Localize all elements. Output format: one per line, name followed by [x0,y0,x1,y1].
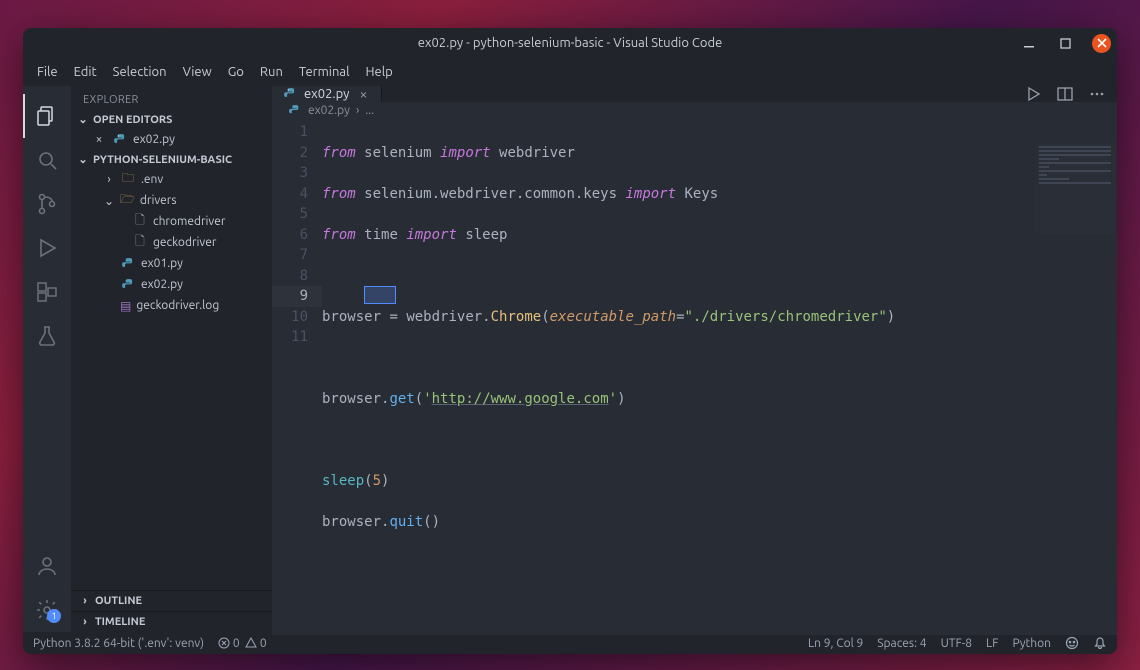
tree-item-label: chromedriver [153,215,225,228]
python-file-icon [120,277,136,293]
tree-item-label: geckodriver [153,236,216,249]
activity-settings-icon[interactable]: 1 [23,588,71,632]
chevron-right-icon: › [79,595,91,607]
tree-item-label: ex02.py [141,278,183,291]
maximize-button[interactable] [1056,34,1074,52]
tree-item-label: geckodriver.log [136,299,219,312]
gutter: 1234567891011 [272,118,322,635]
status-python[interactable]: Python 3.8.2 64-bit ('.env': venv) [33,637,204,650]
open-editor-name: ex02.py [133,133,175,146]
python-file-icon [112,132,128,148]
breadcrumb[interactable]: ex02.py › ... [272,102,1117,118]
activity-bar: 1 [23,86,71,632]
chevron-down-icon: ⌄ [77,113,89,126]
file-icon: 🗋 [132,214,148,230]
menu-file[interactable]: File [29,61,66,83]
open-editor-item[interactable]: × ex02.py [71,129,272,150]
python-file-icon [286,102,302,118]
open-editors-header[interactable]: ⌄ OPEN EDITORS [71,110,272,129]
more-icon[interactable] [1089,86,1105,102]
chevron-down-icon: ⌄ [77,153,89,166]
tab-actions [1013,86,1117,102]
status-feedback-icon[interactable] [1065,636,1079,650]
menu-edit[interactable]: Edit [66,61,105,83]
tree-item-label: drivers [140,194,177,207]
file-tree: › 🗀 .env ⌄ 🗁 drivers 🗋 chromedriver 🗋 geckodriver… [71,169,272,316]
tree-item[interactable]: ⌄ 🗁 drivers [71,190,272,211]
status-bell-icon[interactable] [1093,636,1107,650]
settings-badge: 1 [47,609,61,623]
tree-item[interactable]: 🗋 geckodriver [71,232,272,253]
body: 1 EXPLORER ⌄ OPEN EDITORS × ex02.py ⌄ PY… [23,86,1117,632]
code-content[interactable]: from selenium import webdriver from sele… [322,118,1117,635]
python-file-icon [282,86,298,102]
menu-go[interactable]: Go [220,61,252,83]
close-icon[interactable]: × [91,132,107,148]
timeline-header[interactable]: › TIMELINE [71,611,272,632]
status-problems[interactable]: 0 0 [218,637,267,650]
code-editor[interactable]: 1234567891011 from selenium import webdr… [272,118,1117,635]
status-lncol[interactable]: Ln 9, Col 9 [808,637,863,650]
menu-help[interactable]: Help [357,61,400,83]
tabbar: ex02.py × [272,86,1117,102]
tab-label: ex02.py [304,87,349,101]
activity-extensions-icon[interactable] [23,270,71,314]
tree-item[interactable]: ex01.py [71,253,272,274]
tab-active[interactable]: ex02.py × [272,86,382,102]
activity-test-icon[interactable] [23,314,71,358]
status-lang[interactable]: Python [1012,637,1051,650]
tree-item-label: ex01.py [141,257,183,270]
window-title: ex02.py - python-selenium-basic - Visual… [418,36,723,50]
menubar: File Edit Selection View Go Run Terminal… [23,58,1117,86]
sidebar-title: EXPLORER [71,86,272,110]
menu-view[interactable]: View [175,61,220,83]
activity-scm-icon[interactable] [23,182,71,226]
log-file-icon: ▤ [120,299,131,313]
minimize-button[interactable] [1020,34,1038,52]
tree-item-label: .env [141,173,163,186]
chevron-right-icon: › [79,616,91,628]
close-button[interactable] [1092,34,1111,53]
statusbar: Python 3.8.2 64-bit ('.env': venv) 0 0 L… [23,632,1117,654]
tree-item[interactable]: › 🗀 .env [71,169,272,190]
status-spaces[interactable]: Spaces: 4 [877,637,926,650]
folder-open-icon: 🗁 [120,190,135,211]
project-header[interactable]: ⌄ PYTHON-SELENIUM-BASIC [71,150,272,169]
split-editor-icon[interactable] [1057,86,1073,102]
activity-debug-icon[interactable] [23,226,71,270]
chevron-icon: ⌄ [103,194,115,208]
chevron-icon: › [103,173,115,186]
tree-item[interactable]: ▤ geckodriver.log [71,295,272,316]
activity-account-icon[interactable] [23,544,71,588]
menu-terminal[interactable]: Terminal [291,61,358,83]
editor-area: ex02.py × ex02.py › ... 12345 [272,86,1117,632]
menu-run[interactable]: Run [252,61,291,83]
titlebar: ex02.py - python-selenium-basic - Visual… [23,28,1117,58]
tree-item[interactable]: ex02.py [71,274,272,295]
status-encoding[interactable]: UTF-8 [941,637,972,650]
folder-icon: 🗀 [120,172,136,188]
activity-search-icon[interactable] [23,138,71,182]
python-file-icon [120,256,136,272]
tree-item[interactable]: 🗋 chromedriver [71,211,272,232]
outline-header[interactable]: › OUTLINE [71,590,272,611]
close-icon[interactable]: × [355,86,371,102]
file-icon: 🗋 [132,235,148,251]
run-icon[interactable] [1025,86,1041,102]
activity-explorer-icon[interactable] [23,94,71,138]
window-controls [1020,28,1111,58]
vscode-window: ex02.py - python-selenium-basic - Visual… [23,28,1117,654]
explorer-sidebar: EXPLORER ⌄ OPEN EDITORS × ex02.py ⌄ PYTH… [71,86,272,632]
minimap[interactable] [1035,144,1115,234]
menu-selection[interactable]: Selection [105,61,175,83]
status-eol[interactable]: LF [986,637,998,650]
